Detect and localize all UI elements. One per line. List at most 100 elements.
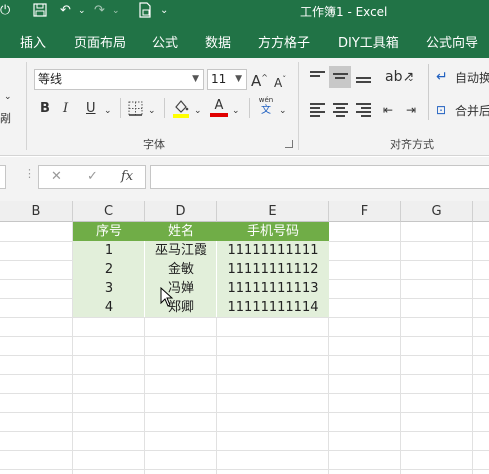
gridline: [0, 412, 489, 413]
alignment-group-label: 对齐方式: [390, 138, 434, 151]
gridline: [0, 317, 489, 318]
formula-buttons: ✕ ✓ fx: [38, 165, 146, 189]
table-cell[interactable]: 11111111114: [217, 298, 329, 317]
underline-dropdown-icon[interactable]: ⌄: [104, 102, 112, 120]
wrap-text-icon[interactable]: ↵: [436, 68, 448, 86]
align-right-icon[interactable]: [356, 103, 371, 117]
cancel-icon[interactable]: ✕: [51, 169, 62, 184]
undo-icon[interactable]: ↶: [60, 2, 71, 20]
table-cell[interactable]: 郑卿: [145, 298, 217, 317]
column-header-b[interactable]: B: [0, 201, 73, 222]
table-cell[interactable]: 2: [73, 260, 145, 279]
italic-button[interactable]: I: [63, 100, 68, 118]
column-header-c[interactable]: C: [73, 201, 145, 222]
divider: [249, 98, 250, 118]
table-cell[interactable]: 冯婵: [145, 279, 217, 298]
ribbon-tab-row: 插入 页面布局 公式 数据 方方格子 DIY工具箱 公式向导: [0, 22, 489, 58]
table-header-cell[interactable]: 姓名: [145, 222, 217, 241]
phonetic-guide-button[interactable]: wén 文: [256, 96, 276, 117]
align-center-icon[interactable]: [333, 103, 348, 117]
borders-dropdown-icon[interactable]: ⌄: [148, 102, 156, 120]
name-box[interactable]: [0, 165, 6, 189]
quick-print-icon[interactable]: [138, 2, 152, 24]
shrink-font-button[interactable]: Aˇ: [274, 71, 286, 92]
customize-qat-icon[interactable]: ⌄: [160, 2, 168, 20]
phonetic-top: wén: [258, 96, 274, 104]
tab-fangfang-gezi[interactable]: 方方格子: [258, 32, 310, 51]
font-size-combo[interactable]: 11 ▼: [207, 69, 247, 90]
font-color-dropdown-icon[interactable]: ⌄: [232, 102, 240, 120]
align-left-icon[interactable]: [310, 103, 325, 117]
table-header-cell[interactable]: 手机号码: [217, 222, 329, 241]
table-header-cell[interactable]: 序号: [73, 222, 145, 241]
merge-center-icon[interactable]: ⊡: [436, 101, 446, 119]
table-cell[interactable]: 1: [73, 241, 145, 260]
save-icon[interactable]: [32, 2, 48, 24]
group-separator: [298, 62, 299, 150]
decrease-indent-icon[interactable]: ⇤: [383, 101, 393, 119]
font-dialog-launcher-icon[interactable]: [285, 140, 293, 148]
align-bottom-icon[interactable]: [356, 73, 371, 87]
gridline: [0, 393, 489, 394]
column-header-e[interactable]: E: [217, 201, 329, 222]
fill-color-swatch: [173, 114, 189, 118]
wrap-text-button[interactable]: 自动换: [455, 69, 489, 87]
tab-insert[interactable]: 插入: [20, 32, 46, 51]
gridline: [0, 355, 489, 356]
tab-data[interactable]: 数据: [205, 32, 231, 51]
group-separator: [26, 62, 27, 150]
chevron-down-icon[interactable]: ▼: [192, 70, 199, 89]
table-cell[interactable]: 11111111111: [217, 241, 329, 260]
shrink-font-label: A: [274, 76, 283, 90]
divider: [428, 64, 429, 120]
fill-color-button[interactable]: [172, 98, 190, 124]
table-cell[interactable]: 金敏: [145, 260, 217, 279]
gridline: [0, 336, 489, 337]
title-bar: ⏻ ↶ ⌄ ↷ ⌄ ⌄ 工作簿1 - Excel: [0, 0, 489, 22]
phonetic-bottom: 文: [261, 105, 271, 116]
column-header-g[interactable]: G: [401, 201, 473, 222]
table-cell[interactable]: 4: [73, 298, 145, 317]
phonetic-dropdown-icon[interactable]: ⌄: [279, 102, 287, 120]
autosave-toggle[interactable]: ⏻: [0, 2, 10, 20]
font-name-value: 等线: [38, 72, 63, 86]
gridline: [0, 450, 489, 451]
tab-page-layout[interactable]: 页面布局: [74, 32, 126, 51]
font-name-combo[interactable]: 等线 ▼: [34, 69, 204, 90]
borders-button[interactable]: [128, 101, 143, 122]
worksheet-grid[interactable]: B C D E F G 序号 姓名 手机号码 1 巫马江霞 1111111111…: [0, 201, 489, 474]
insert-function-icon[interactable]: fx: [121, 169, 133, 184]
increase-indent-icon[interactable]: ⇥: [406, 101, 416, 119]
grow-font-button[interactable]: A^: [251, 69, 268, 90]
align-top-icon[interactable]: [310, 71, 325, 85]
merge-center-button[interactable]: 合并后: [455, 102, 489, 120]
bold-button[interactable]: B: [40, 100, 50, 118]
font-color-button[interactable]: A: [210, 98, 228, 117]
table-cell[interactable]: 11111111112: [217, 260, 329, 279]
underline-button[interactable]: U: [86, 100, 96, 118]
formula-input[interactable]: [150, 165, 489, 189]
enter-icon[interactable]: ✓: [87, 169, 98, 184]
window-title: 工作簿1 - Excel: [300, 5, 388, 19]
clipboard-expand-icon[interactable]: ⌄: [4, 88, 12, 106]
table-cell[interactable]: 11111111113: [217, 279, 329, 298]
mouse-cursor-icon: [160, 287, 174, 307]
chevron-down-icon[interactable]: ▼: [235, 70, 242, 89]
font-group-label: 字体: [143, 138, 165, 151]
tab-diy-toolbox[interactable]: DIY工具箱: [338, 32, 399, 51]
orientation-dropdown-icon[interactable]: ⌄: [407, 70, 415, 88]
fill-color-dropdown-icon[interactable]: ⌄: [194, 102, 202, 120]
table-cell[interactable]: 3: [73, 279, 145, 298]
column-header-d[interactable]: D: [145, 201, 217, 222]
undo-dropdown-icon[interactable]: ⌄: [78, 2, 86, 20]
tab-formula-wizard[interactable]: 公式向导: [426, 32, 478, 51]
redo-dropdown-icon[interactable]: ⌄: [112, 2, 120, 20]
font-color-swatch: [210, 113, 228, 117]
redo-icon[interactable]: ↷: [94, 2, 105, 20]
column-header-h[interactable]: [473, 201, 489, 222]
column-header-f[interactable]: F: [329, 201, 401, 222]
table-cell[interactable]: 巫马江霞: [145, 241, 217, 260]
align-middle-button[interactable]: [329, 66, 351, 88]
gridline: [0, 431, 489, 432]
tab-formulas[interactable]: 公式: [152, 32, 178, 51]
